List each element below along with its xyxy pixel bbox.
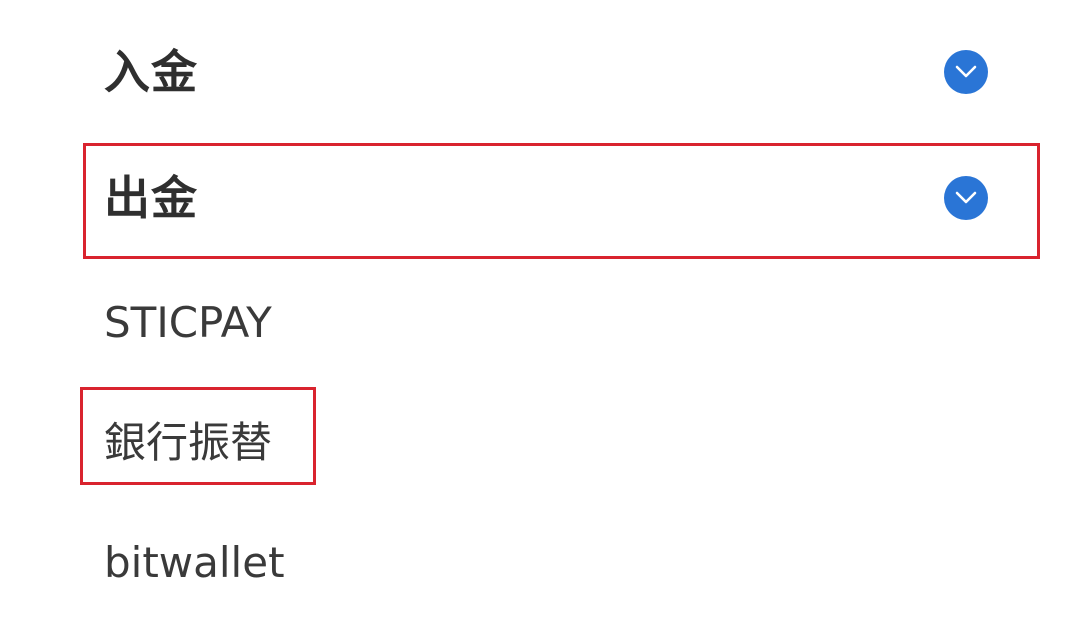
menu-item-bank-transfer[interactable]: 銀行振替 — [104, 422, 272, 464]
menu-item-sticpay[interactable]: STICPAY — [104, 302, 272, 344]
deposit-expand-button[interactable] — [944, 50, 988, 94]
withdraw-section-header[interactable]: 出金 — [104, 170, 994, 226]
deposit-section-header[interactable]: 入金 — [104, 44, 994, 100]
chevron-down-icon — [955, 191, 977, 204]
withdraw-expand-button[interactable] — [944, 176, 988, 220]
chevron-down-icon — [955, 65, 977, 78]
withdraw-title: 出金 — [104, 171, 198, 225]
deposit-title: 入金 — [104, 45, 198, 99]
menu-item-bitwallet[interactable]: bitwallet — [104, 542, 285, 584]
